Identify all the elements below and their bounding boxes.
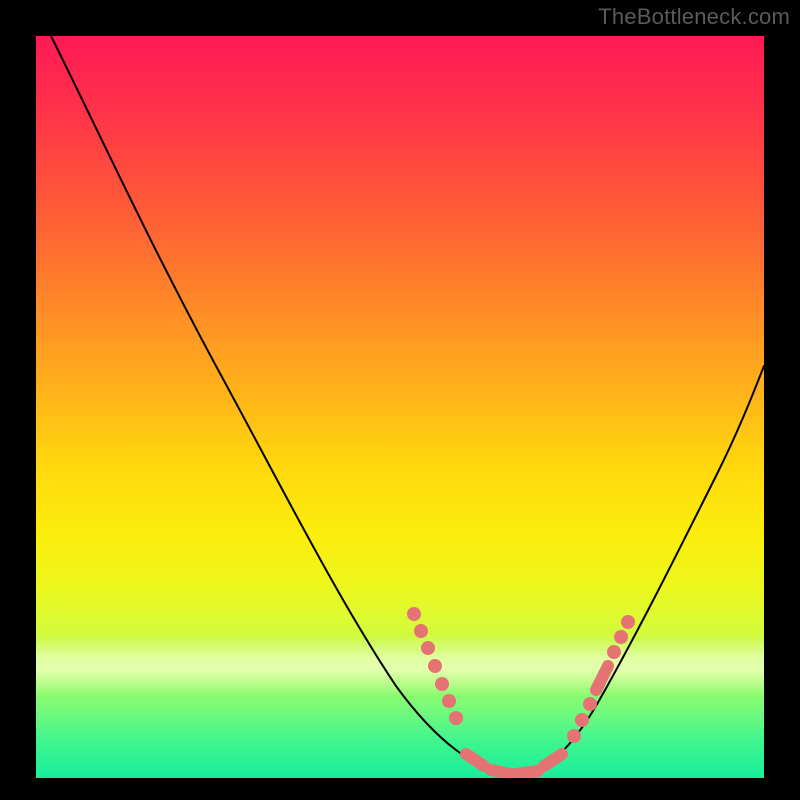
plot-area	[36, 36, 764, 778]
chart-frame: TheBottleneck.com	[0, 0, 800, 800]
marker-cluster-bottom	[466, 754, 562, 774]
marker-cluster-left	[407, 607, 463, 725]
watermark-text: TheBottleneck.com	[598, 4, 790, 30]
bottleneck-curve-svg	[36, 36, 764, 778]
marker-cluster-right	[567, 615, 635, 743]
bottleneck-curve	[51, 36, 764, 774]
